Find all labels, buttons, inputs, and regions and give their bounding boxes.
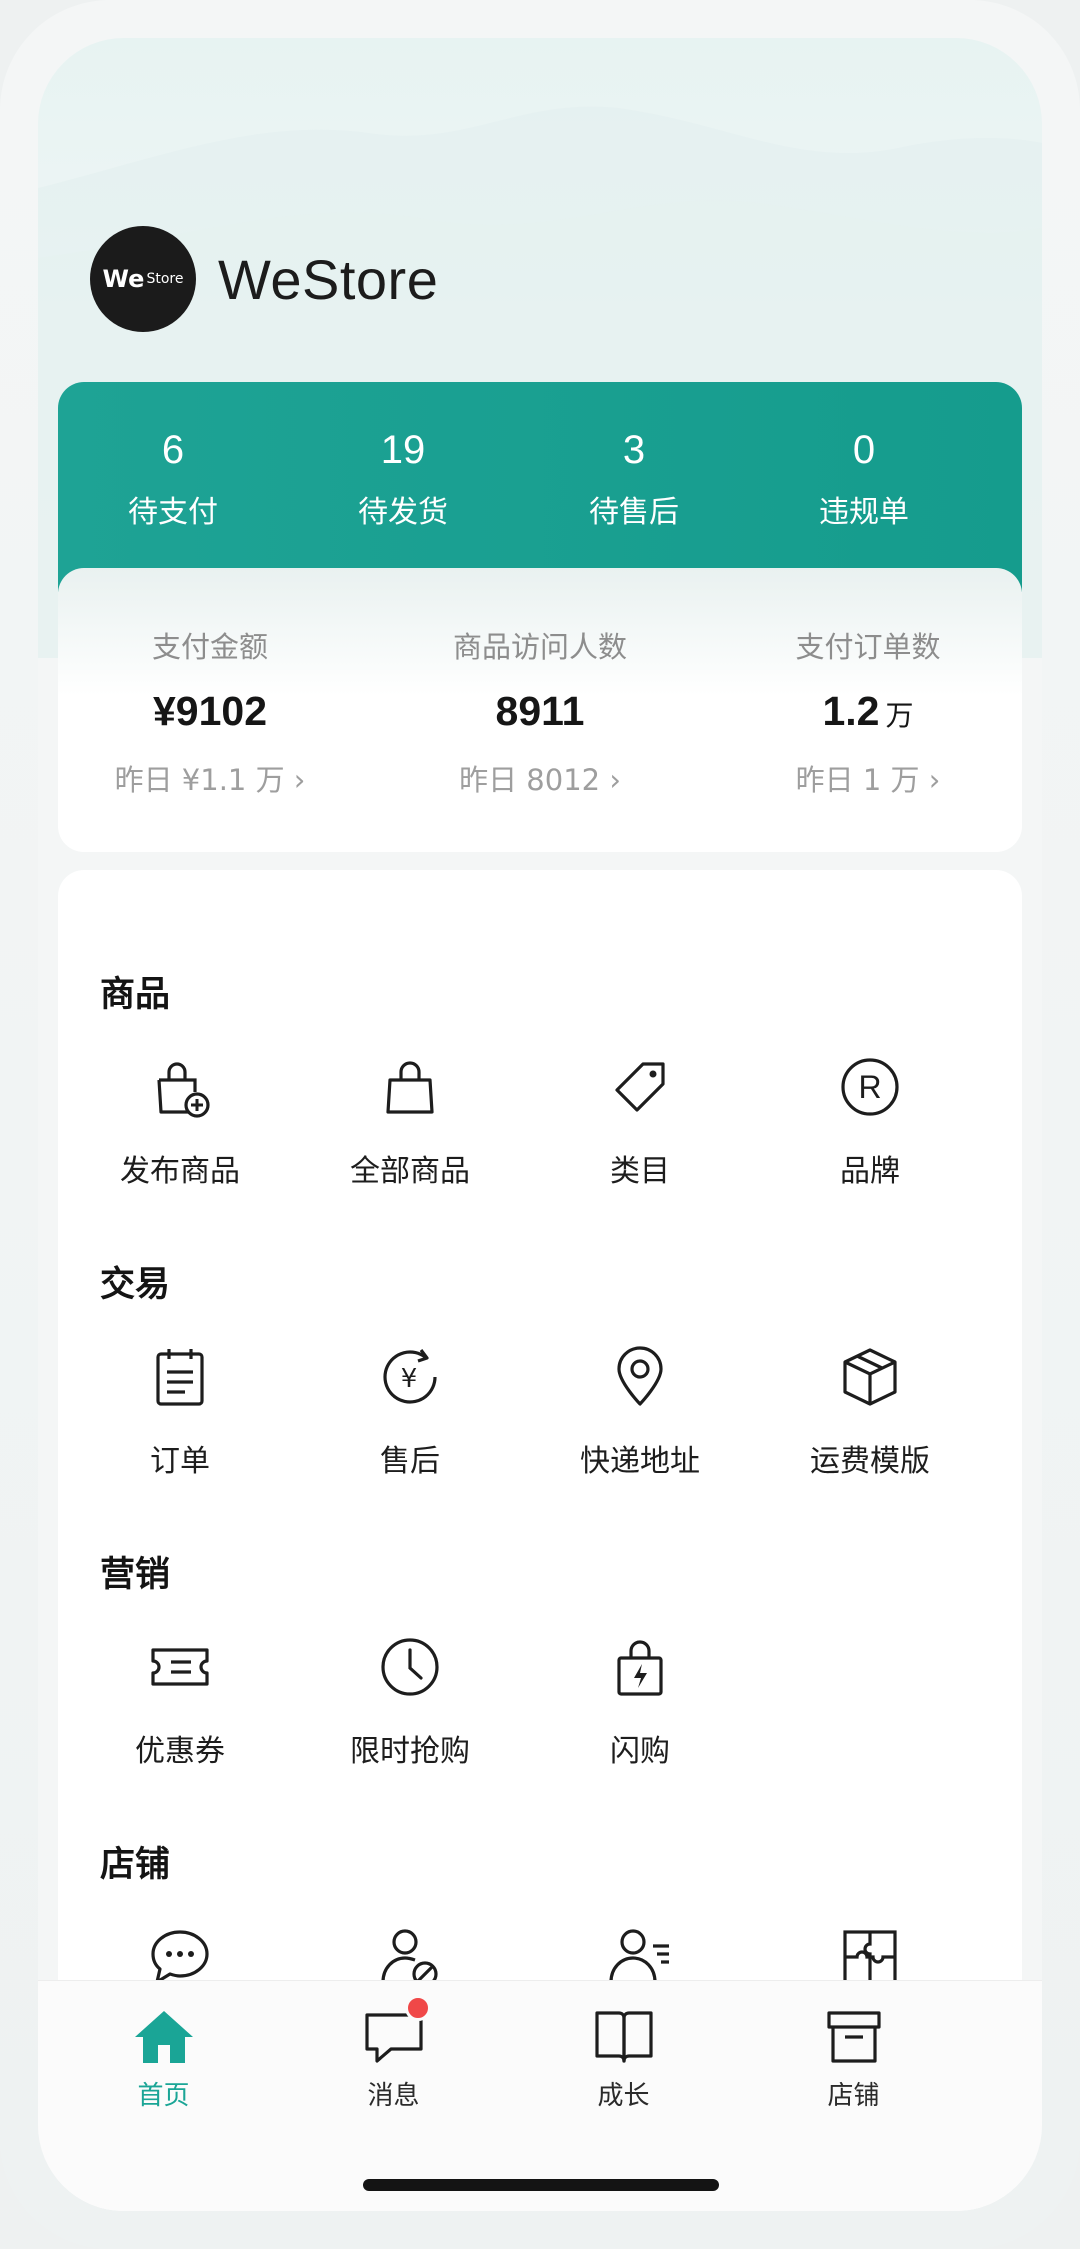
shipping-template-button[interactable]: 运费模版 xyxy=(750,1342,990,1480)
brand-name: WeStore xyxy=(218,247,439,311)
stat-label: 待售后 xyxy=(589,495,679,530)
location-pin-icon xyxy=(617,1346,663,1406)
home-indicator[interactable] xyxy=(363,2179,719,2191)
shipping-address-label: 快递地址 xyxy=(580,1444,700,1479)
bottom-tab-bar: 首页 消息 成长 店铺 xyxy=(38,1980,1042,2211)
stat-value: 0 xyxy=(852,428,876,472)
app-screen: We Store WeStore 6 待支付 19 待发货 3 待售后 0 违规… xyxy=(38,38,1042,2211)
clock-icon xyxy=(381,1638,439,1696)
metric-label: 支付金额 xyxy=(151,630,268,664)
svg-text:R: R xyxy=(858,1069,881,1105)
section-title-trade: 交易 xyxy=(100,1265,171,1305)
stat-value: 19 xyxy=(380,428,426,472)
coupon-button[interactable]: 优惠券 xyxy=(60,1632,300,1770)
metric-visitors[interactable]: 商品访问人数 8911 昨日 8012 › xyxy=(380,568,700,799)
flash-sale-label: 限时抢购 xyxy=(350,1734,470,1769)
metric-yesterday-link[interactable]: 昨日 ¥1.1 万 › xyxy=(58,757,370,799)
coupon-ticket-icon xyxy=(151,1648,209,1686)
westore-logo: We Store xyxy=(90,226,196,332)
category-label: 类目 xyxy=(610,1154,670,1189)
section-title-marketing: 营销 xyxy=(100,1555,171,1595)
metric-label: 支付订单数 xyxy=(795,630,941,664)
stats-card: 6 待支付 19 待发货 3 待售后 0 违规单 支付金额 ¥9102 昨日 ¥… xyxy=(58,382,1022,852)
coupon-label: 优惠券 xyxy=(135,1734,225,1769)
metric-value-number: ¥9102 xyxy=(152,688,267,734)
home-icon xyxy=(133,2005,195,2067)
tab-home[interactable]: 首页 xyxy=(38,1981,289,2112)
stat-violations[interactable]: 0 违规单 xyxy=(749,382,979,531)
stat-label: 待支付 xyxy=(128,495,218,530)
section-title-store: 店铺 xyxy=(100,1845,171,1885)
all-goods-button[interactable]: 全部商品 xyxy=(290,1052,530,1190)
tab-home-label: 首页 xyxy=(137,2081,190,2111)
metric-payment-amount[interactable]: 支付金额 ¥9102 昨日 ¥1.1 万 › xyxy=(58,568,370,799)
section-title-goods: 商品 xyxy=(100,975,171,1015)
metric-value: 8911 xyxy=(380,688,700,735)
metric-value: 1.2 万 xyxy=(708,688,1022,735)
store-icon xyxy=(823,2005,885,2067)
brand-header: We Store WeStore xyxy=(90,226,438,332)
metric-value: ¥9102 xyxy=(58,688,370,735)
publish-goods-button[interactable]: 发布商品 xyxy=(60,1052,300,1190)
flash-buy-button[interactable]: 闪购 xyxy=(520,1632,760,1770)
metric-unit: 万 xyxy=(885,700,914,731)
logo-store-text: Store xyxy=(146,271,184,287)
stat-label: 待发货 xyxy=(358,495,448,530)
aftersale-button[interactable]: ¥ 售后 xyxy=(290,1342,530,1480)
stat-value: 6 xyxy=(161,428,185,472)
order-status-bar: 6 待支付 19 待发货 3 待售后 0 违规单 xyxy=(58,382,1022,592)
aftersale-label: 售后 xyxy=(380,1444,440,1479)
tab-growth-label: 成长 xyxy=(597,2081,650,2111)
stat-pending-payment[interactable]: 6 待支付 xyxy=(58,382,288,531)
phone-frame: We Store WeStore 6 待支付 19 待发货 3 待售后 0 违规… xyxy=(0,0,1080,2249)
tag-icon xyxy=(615,1062,665,1112)
metric-label: 商品访问人数 xyxy=(452,630,627,664)
refund-icon: ¥ xyxy=(383,1349,437,1404)
tab-store[interactable]: 店铺 xyxy=(728,1981,979,2112)
brand-label: 品牌 xyxy=(840,1154,900,1189)
bag-plus-icon xyxy=(157,1062,210,1118)
tab-messages[interactable]: 消息 xyxy=(268,1981,519,2112)
flash-sale-button[interactable]: 限时抢购 xyxy=(290,1632,530,1770)
registered-icon: R xyxy=(841,1058,899,1116)
stat-pending-aftersale[interactable]: 3 待售后 xyxy=(519,382,749,531)
shipping-address-button[interactable]: 快递地址 xyxy=(520,1342,760,1480)
metric-value-number: 1.2 xyxy=(822,688,880,734)
publish-goods-label: 发布商品 xyxy=(120,1154,240,1189)
package-box-icon xyxy=(843,1348,897,1406)
shopping-bag-icon xyxy=(386,1061,434,1114)
stat-label: 违规单 xyxy=(819,495,909,530)
lightning-bag-icon xyxy=(617,1640,663,1696)
metrics-panel: 支付金额 ¥9102 昨日 ¥1.1 万 › 商品访问人数 8911 昨日 80… xyxy=(58,568,1022,852)
shipping-template-label: 运费模版 xyxy=(810,1444,930,1479)
brand-button[interactable]: R 品牌 xyxy=(750,1052,990,1190)
order-clipboard-icon xyxy=(156,1349,204,1406)
logo-we-text: We xyxy=(102,265,145,293)
stat-value: 3 xyxy=(622,428,646,472)
orders-label: 订单 xyxy=(150,1444,210,1479)
unread-badge xyxy=(404,1995,431,2021)
all-goods-label: 全部商品 xyxy=(350,1154,470,1189)
book-icon xyxy=(593,2005,655,2067)
category-button[interactable]: 类目 xyxy=(520,1052,760,1190)
metric-yesterday-link[interactable]: 昨日 8012 › xyxy=(380,757,700,799)
tab-store-label: 店铺 xyxy=(827,2081,880,2111)
stat-pending-shipment[interactable]: 19 待发货 xyxy=(288,382,518,531)
metric-order-count[interactable]: 支付订单数 1.2 万 昨日 1 万 › xyxy=(708,568,1022,799)
orders-button[interactable]: 订单 xyxy=(60,1342,300,1480)
flash-buy-label: 闪购 xyxy=(610,1734,670,1769)
message-icon xyxy=(363,1995,431,2067)
tab-growth[interactable]: 成长 xyxy=(498,1981,749,2112)
svg-text:¥: ¥ xyxy=(401,1364,418,1394)
tab-messages-label: 消息 xyxy=(367,2081,420,2111)
metric-yesterday-link[interactable]: 昨日 1 万 › xyxy=(708,757,1022,799)
metric-value-number: 8911 xyxy=(495,688,585,734)
